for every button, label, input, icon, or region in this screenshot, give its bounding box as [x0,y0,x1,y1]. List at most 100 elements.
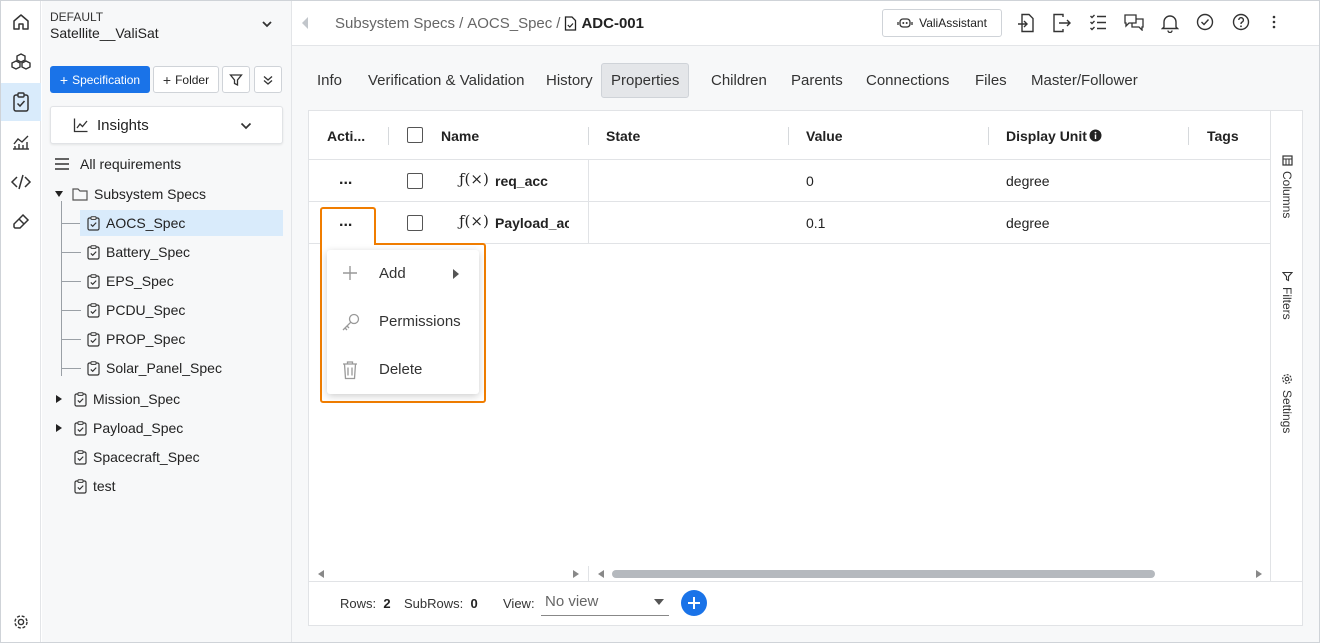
tab-item[interactable]: Children [702,63,776,98]
caret-right-icon[interactable] [54,394,64,404]
row-name[interactable]: Payload_ac [495,215,569,231]
tree-item-spec[interactable]: Mission_Spec [54,386,284,412]
table-header: Acti... Name State Value Display Unit Ta… [309,111,1270,160]
filters-label: Filters [1280,287,1294,320]
column-value-header[interactable]: Value [806,128,843,144]
scroll-left-icon[interactable] [597,570,605,578]
tab-item[interactable]: Properties [601,63,690,98]
tree-item-spec[interactable]: test [54,473,284,499]
columns-label: Columns [1280,171,1294,219]
tab-item[interactable]: Info [308,63,351,98]
tree-item-label: Battery_Spec [106,244,191,260]
scroll-right-icon[interactable] [572,570,580,578]
row-value: 0.1 [806,215,826,231]
subrows-value: 0 [470,596,478,611]
menu-delete-label: Delete [379,361,423,378]
valiassistant-button[interactable]: ValiAssistant [882,9,1002,37]
rows-label: Rows: [340,596,377,611]
filter-icon [1281,271,1293,282]
column-state-header[interactable]: State [606,128,640,144]
insights-dropdown[interactable]: Insights [50,106,283,144]
bell-icon[interactable] [1161,13,1179,33]
tree-branch-line [61,281,81,282]
tree-item-spec[interactable]: PROP_Spec [80,326,283,352]
filters-panel-toggle[interactable]: Filters [1271,271,1303,320]
tab-item[interactable]: Parents [782,63,852,98]
add-specification-button[interactable]: + Specification [50,66,150,93]
code-icon[interactable] [1,163,41,201]
cubes-icon[interactable] [1,43,41,81]
clipboard-check-icon [87,215,100,231]
info-icon[interactable] [1089,129,1102,142]
collapse-button[interactable] [254,66,282,93]
valiassistant-label: ValiAssistant [919,16,987,30]
menu-item-permissions[interactable]: Permissions [327,298,479,346]
check-circle-icon[interactable] [1196,13,1214,31]
add-folder-label: Folder [175,72,210,87]
checklist-icon[interactable] [1089,13,1107,31]
breadcrumb-subsystem-specs[interactable]: Subsystem Specs [335,15,455,32]
row-checkbox[interactable] [407,215,423,231]
top-bar: Subsystem Specs / AOCS_Spec / ADC-001 Va… [292,1,1319,46]
menu-item-delete[interactable]: Delete [327,346,479,394]
tree-item-spec[interactable]: Payload_Spec [54,415,284,441]
tree-item-spec[interactable]: PCDU_Spec [80,297,283,323]
tree-item-label: Spacecraft_Spec [93,449,200,465]
tree-item-spec[interactable]: Spacecraft_Spec [54,444,284,470]
tree-folder-subsystem-specs[interactable]: Subsystem Specs [54,181,284,207]
table-row[interactable]: ... ƒ(×) Payload_ac 0.1 degree [309,202,1270,244]
export-icon[interactable] [1052,13,1072,33]
import-icon[interactable] [1017,13,1035,33]
add-view-button[interactable] [681,590,707,616]
collapse-sidebar-icon[interactable] [300,16,310,30]
row-name[interactable]: req_acc [495,173,569,189]
add-specification-label: Specification [72,72,141,87]
tab-item[interactable]: Files [966,63,1016,98]
all-requirements-item[interactable]: All requirements [54,151,284,177]
trash-icon [343,361,357,380]
settings-gear-icon[interactable] [1,603,41,641]
tab-item[interactable]: Connections [857,63,958,98]
scrollbar-thumb[interactable] [612,570,1155,578]
tab-item[interactable]: History [537,63,602,98]
tree-item-spec[interactable]: Solar_Panel_Spec [80,355,283,381]
tree-item-spec[interactable]: EPS_Spec [80,268,283,294]
tree-item-label: Solar_Panel_Spec [106,360,222,376]
clipboard-check-icon[interactable] [1,83,41,121]
row-display-unit: degree [1006,173,1050,189]
chat-icon[interactable] [1124,13,1144,31]
scroll-left-icon[interactable] [317,570,325,578]
chevron-down-icon[interactable] [260,17,274,31]
home-icon[interactable] [1,3,41,41]
eraser-icon[interactable] [1,203,41,241]
filter-button[interactable] [222,66,250,93]
tree-item-spec[interactable]: AOCS_Spec [80,210,283,236]
help-icon[interactable] [1232,13,1250,31]
table-row[interactable]: ... ƒ(×) req_acc 0 degree [309,160,1270,202]
chart-icon[interactable] [1,123,41,161]
horizontal-scrollbar[interactable] [309,566,1270,582]
column-name-header[interactable]: Name [441,128,479,144]
column-tags-header[interactable]: Tags [1207,128,1239,144]
tab-item[interactable]: Verification & Validation [359,63,533,98]
breadcrumb-aocs-spec[interactable]: AOCS_Spec [467,15,552,32]
scroll-right-icon[interactable] [1255,570,1263,578]
add-folder-button[interactable]: + Folder [153,66,219,93]
caret-right-icon[interactable] [54,423,64,433]
row-checkbox[interactable] [407,173,423,189]
tree-item-spec[interactable]: Battery_Spec [80,239,283,265]
column-display-unit-header[interactable]: Display Unit [1006,128,1087,144]
project-name[interactable]: Satellite__ValiSat [50,25,159,41]
columns-panel-toggle[interactable]: Columns [1271,155,1303,218]
column-actions-header[interactable]: Acti... [327,128,365,144]
select-all-checkbox[interactable] [407,127,423,143]
more-vertical-icon[interactable] [1271,13,1277,31]
column-divider [588,127,589,145]
settings-panel-toggle[interactable]: Settings [1271,373,1303,433]
row-actions-button[interactable]: ... [339,171,352,189]
view-select[interactable]: No view [541,588,669,616]
tree-item-label: PCDU_Spec [106,302,186,318]
tab-item[interactable]: Master/Follower [1022,63,1147,98]
menu-item-add[interactable]: Add [327,250,479,298]
caret-down-icon [654,599,664,605]
